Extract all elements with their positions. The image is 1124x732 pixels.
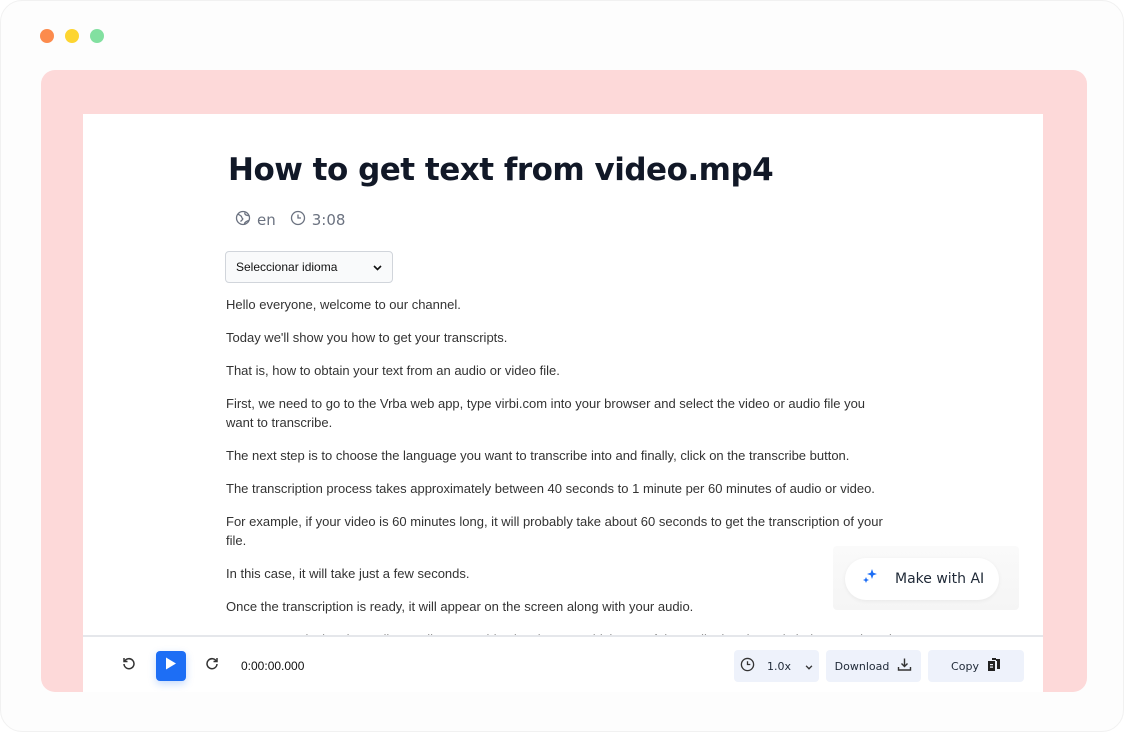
rotate-cw-icon: [205, 656, 219, 675]
transcript-text: Hello everyone, welcome to our channel. …: [226, 295, 896, 663]
rewind-button[interactable]: [121, 657, 137, 673]
copy-button[interactable]: Copy: [928, 650, 1024, 682]
chevron-down-icon: [805, 660, 813, 673]
transcript-paragraph: The transcription process takes approxim…: [226, 481, 875, 496]
transcript-paragraph: For example, if your video is 60 minutes…: [226, 514, 883, 548]
content-frame: How to get text from video.mp4 en 3:08 S…: [41, 70, 1087, 692]
duration-value: 3:08: [311, 211, 346, 229]
document-meta: en 3:08: [235, 210, 345, 230]
make-with-ai-button[interactable]: Make with AI: [845, 558, 999, 600]
clock-icon: [740, 657, 755, 675]
current-time: 0:00:00.000: [241, 659, 305, 673]
transcript-paragraph: That is, how to obtain your text from an…: [226, 363, 560, 378]
language-select-value: Seleccionar idioma: [236, 260, 338, 274]
language-code: en: [257, 211, 276, 229]
window-minimize-button[interactable]: [65, 29, 79, 43]
make-with-ai-label: Make with AI: [895, 571, 985, 587]
playback-speed-value: 1.0x: [766, 659, 791, 673]
language-select[interactable]: Seleccionar idioma: [225, 251, 393, 283]
transcript-card: How to get text from video.mp4 en 3:08 S…: [83, 114, 1043, 692]
play-icon: [165, 657, 177, 675]
rotate-ccw-icon: [122, 656, 136, 675]
language-meta: en: [235, 210, 276, 230]
transcript-paragraph: First, we need to go to the Vrba web app…: [226, 396, 866, 430]
playback-speed-select[interactable]: 1.0x: [734, 650, 819, 682]
download-icon: [897, 657, 912, 675]
transcript-paragraph: Hello everyone, welcome to our channel.: [226, 297, 461, 312]
forward-button[interactable]: [204, 657, 220, 673]
transcript-paragraph: In this case, it will take just a few se…: [226, 566, 470, 581]
transcript-paragraph: The next step is to choose the language …: [226, 448, 850, 463]
duration-meta: 3:08: [290, 210, 346, 230]
copy-label: Copy: [951, 659, 979, 673]
ai-button-container: Make with AI: [833, 546, 1019, 610]
globe-icon: [235, 210, 251, 230]
window-controls: [40, 29, 104, 43]
download-button[interactable]: Download: [826, 650, 921, 682]
audio-player-bar: 0:00:00.000 1.0x Download Copy: [83, 635, 1043, 692]
sparkles-icon: [861, 568, 879, 590]
app-window: How to get text from video.mp4 en 3:08 S…: [0, 0, 1124, 732]
play-button[interactable]: [156, 651, 186, 681]
transcript-paragraph: Once the transcription is ready, it will…: [226, 599, 694, 614]
window-close-button[interactable]: [40, 29, 54, 43]
chevron-down-icon: [373, 260, 382, 274]
transcript-paragraph: Today we'll show you how to get your tra…: [226, 330, 508, 345]
copy-icon: [987, 657, 1001, 675]
clock-icon: [290, 210, 306, 230]
page-title: How to get text from video.mp4: [228, 152, 774, 188]
window-maximize-button[interactable]: [90, 29, 104, 43]
download-label: Download: [834, 659, 890, 673]
